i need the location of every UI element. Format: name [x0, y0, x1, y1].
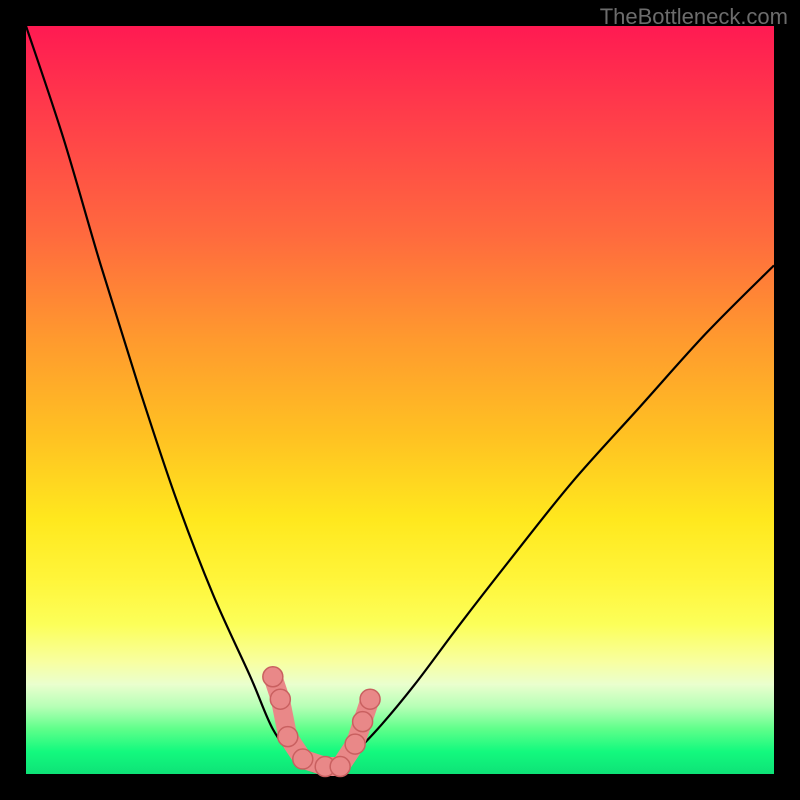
marker-dot [360, 689, 380, 709]
line-left-curve [26, 26, 325, 774]
marker-dot [330, 757, 350, 777]
plot-area [26, 26, 774, 774]
marker-dot [263, 667, 283, 687]
chart-svg [26, 26, 774, 774]
watermark-text: TheBottleneck.com [600, 4, 788, 30]
marker-dot [293, 749, 313, 769]
marker-dot [345, 734, 365, 754]
line-right-curve [325, 265, 774, 774]
marker-dot [270, 689, 290, 709]
marker-dot [353, 712, 373, 732]
chart-frame: TheBottleneck.com [0, 0, 800, 800]
marker-dot [278, 727, 298, 747]
